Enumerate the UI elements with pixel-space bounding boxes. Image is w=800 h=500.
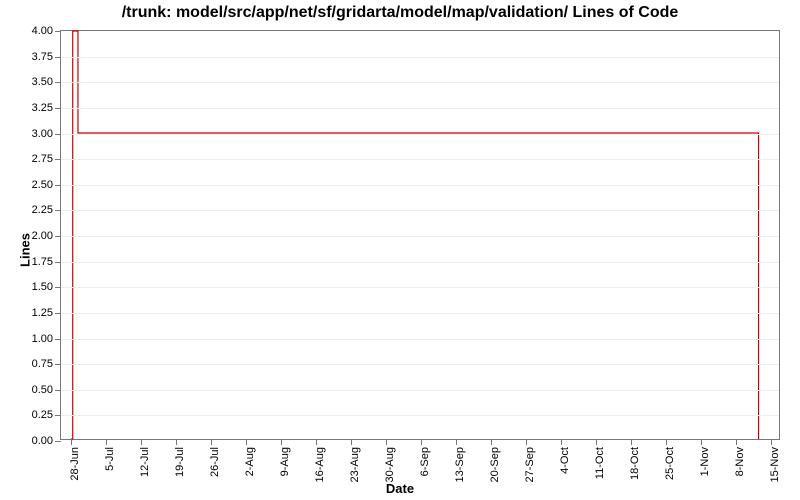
x-tick-label: 18-Oct bbox=[629, 447, 641, 480]
x-tick bbox=[351, 439, 352, 445]
x-tick-label: 1-Nov bbox=[699, 447, 711, 476]
x-tick-label: 19-Jul bbox=[174, 447, 186, 477]
y-tick-label: 1.50 bbox=[32, 281, 61, 293]
y-tick-label: 0.75 bbox=[32, 358, 61, 370]
x-tick-label: 25-Oct bbox=[664, 447, 676, 480]
gridline-h bbox=[61, 313, 779, 314]
x-tick bbox=[176, 439, 177, 445]
x-tick bbox=[561, 439, 562, 445]
x-tick bbox=[141, 439, 142, 445]
x-tick bbox=[491, 439, 492, 445]
x-tick-label: 2-Aug bbox=[244, 447, 256, 476]
x-tick bbox=[666, 439, 667, 445]
x-tick-label: 13-Sep bbox=[454, 447, 466, 482]
data-line bbox=[61, 31, 779, 439]
y-axis-title: Lines bbox=[17, 233, 32, 267]
x-tick-label: 23-Aug bbox=[349, 447, 361, 482]
x-tick bbox=[246, 439, 247, 445]
y-tick-label: 0.00 bbox=[32, 435, 61, 447]
x-tick bbox=[421, 439, 422, 445]
x-tick-label: 16-Aug bbox=[314, 447, 326, 482]
x-tick bbox=[386, 439, 387, 445]
y-tick-label: 3.25 bbox=[32, 102, 61, 114]
gridline-h bbox=[61, 57, 779, 58]
x-tick bbox=[211, 439, 212, 445]
gridline-h bbox=[61, 210, 779, 211]
series-line bbox=[71, 31, 759, 439]
x-tick bbox=[596, 439, 597, 445]
x-tick-label: 15-Nov bbox=[769, 447, 781, 482]
y-tick-label: 3.75 bbox=[32, 51, 61, 63]
gridline-h bbox=[61, 134, 779, 135]
gridline-h bbox=[61, 415, 779, 416]
x-tick-label: 11-Oct bbox=[594, 447, 606, 479]
y-tick-label: 1.75 bbox=[32, 256, 61, 268]
x-tick-label: 4-Oct bbox=[559, 447, 571, 474]
gridline-h bbox=[61, 185, 779, 186]
y-tick-label: 2.00 bbox=[32, 230, 61, 242]
y-tick-label: 2.50 bbox=[32, 179, 61, 191]
x-tick-label: 9-Aug bbox=[279, 447, 291, 476]
chart-title: /trunk: model/src/app/net/sf/gridarta/mo… bbox=[0, 4, 800, 22]
gridline-h bbox=[61, 287, 779, 288]
x-axis-title: Date bbox=[386, 481, 414, 496]
x-tick-label: 27-Sep bbox=[524, 447, 536, 482]
x-tick-label: 5-Jul bbox=[104, 447, 116, 471]
x-tick-label: 20-Sep bbox=[489, 447, 501, 482]
x-tick bbox=[71, 439, 72, 445]
y-tick-label: 1.25 bbox=[32, 307, 61, 319]
y-tick-label: 0.50 bbox=[32, 384, 61, 396]
x-tick-label: 12-Jul bbox=[139, 447, 151, 477]
x-tick-label: 6-Sep bbox=[419, 447, 431, 476]
x-tick bbox=[631, 439, 632, 445]
gridline-h bbox=[61, 82, 779, 83]
y-tick-label: 4.00 bbox=[32, 25, 61, 37]
x-tick-label: 8-Nov bbox=[734, 447, 746, 476]
gridline-h bbox=[61, 159, 779, 160]
x-tick bbox=[701, 439, 702, 445]
x-tick bbox=[316, 439, 317, 445]
y-tick-label: 2.25 bbox=[32, 204, 61, 216]
x-tick-label: 30-Aug bbox=[384, 447, 396, 482]
y-tick-label: 2.75 bbox=[32, 153, 61, 165]
gridline-h bbox=[61, 364, 779, 365]
x-tick bbox=[281, 439, 282, 445]
x-tick bbox=[771, 439, 772, 445]
x-tick bbox=[456, 439, 457, 445]
x-tick bbox=[526, 439, 527, 445]
y-tick-label: 0.25 bbox=[32, 409, 61, 421]
gridline-h bbox=[61, 108, 779, 109]
gridline-h bbox=[61, 236, 779, 237]
x-tick bbox=[106, 439, 107, 445]
y-tick-label: 3.50 bbox=[32, 76, 61, 88]
x-tick bbox=[736, 439, 737, 445]
gridline-h bbox=[61, 339, 779, 340]
plot-area: 0.000.250.500.751.001.251.501.752.002.25… bbox=[60, 30, 780, 440]
gridline-h bbox=[61, 390, 779, 391]
gridline-h bbox=[61, 262, 779, 263]
x-tick-label: 26-Jul bbox=[209, 447, 221, 477]
y-tick-label: 3.00 bbox=[32, 128, 61, 140]
x-tick-label: 28-Jun bbox=[69, 447, 81, 481]
y-tick-label: 1.00 bbox=[32, 333, 61, 345]
chart-container: /trunk: model/src/app/net/sf/gridarta/mo… bbox=[0, 0, 800, 500]
